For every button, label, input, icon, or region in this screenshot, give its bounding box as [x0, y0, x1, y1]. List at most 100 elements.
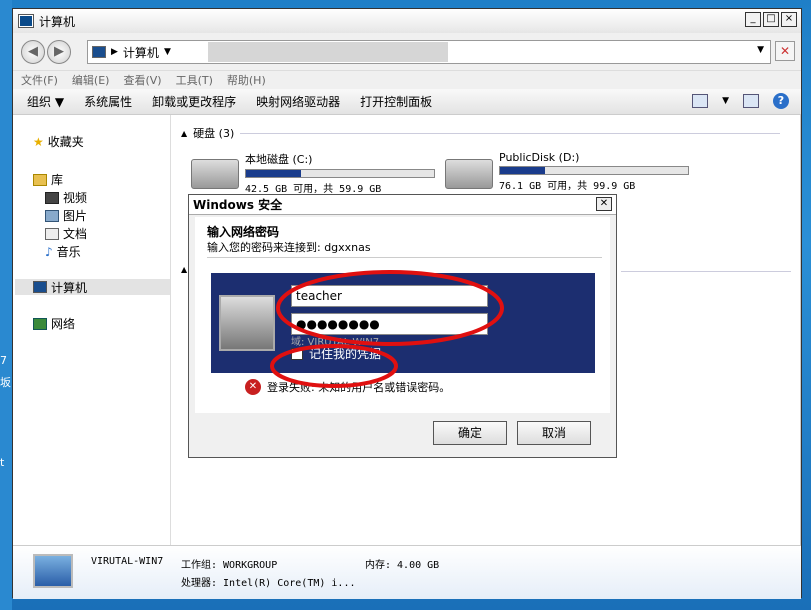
remember-label: 记住我的凭据: [309, 347, 382, 361]
uninstall-program-button[interactable]: 卸载或更改程序: [152, 93, 236, 110]
minimize-button[interactable]: _: [745, 12, 761, 27]
computer-icon: [33, 281, 47, 293]
drive-icon: [445, 159, 493, 189]
menu-tools[interactable]: 工具(T): [176, 72, 213, 88]
drive-name: PublicDisk (D:): [499, 151, 580, 164]
organize-label: 组织: [27, 95, 52, 109]
breadcrumb-dropdown-icon[interactable]: ▼: [164, 47, 171, 57]
nav-favorites[interactable]: ★ 收藏夹: [33, 133, 84, 150]
nav-computer[interactable]: 计算机: [15, 279, 170, 295]
map-network-drive-button[interactable]: 映射网络驱动器: [256, 93, 340, 110]
title-bar[interactable]: 计算机 _ □ ×: [13, 9, 801, 33]
view-options-icon[interactable]: [692, 94, 709, 108]
hard-disks-group[interactable]: ▲ 硬盘 (3): [181, 125, 781, 141]
system-properties-button[interactable]: 系统属性: [84, 93, 132, 110]
desktop-text-fragment: t: [0, 456, 5, 469]
network-icon: [33, 317, 47, 330]
address-dropdown-icon[interactable]: ▼: [757, 45, 764, 55]
dialog-divider: [207, 257, 602, 258]
drive-usage-bar: [245, 169, 435, 178]
checkbox-icon[interactable]: ✓: [291, 347, 303, 360]
star-icon: ★: [33, 134, 44, 149]
menu-view[interactable]: 查看(V): [123, 72, 161, 88]
menu-edit[interactable]: 编辑(E): [72, 72, 110, 88]
menu-help[interactable]: 帮助(H): [227, 72, 266, 88]
nav-libraries[interactable]: 库: [33, 171, 63, 188]
help-icon[interactable]: ?: [773, 93, 789, 109]
drive-d[interactable]: PublicDisk (D:) 76.1 GB 可用，共 99.9 GB: [445, 151, 689, 192]
windows-security-dialog: Windows 安全 ✕ 输入网络密码 输入您的密码来连接到: dgxxnas …: [188, 194, 617, 458]
nav-documents[interactable]: 文档: [45, 225, 87, 242]
nav-computer-label: 计算机: [51, 280, 88, 295]
navigation-pane: ★ 收藏夹 库 视频 图片 文档 ♪ 音乐 计算机 网络: [13, 115, 171, 545]
desktop-left-strip: 7 坂 t: [0, 0, 12, 610]
ok-button[interactable]: 确定: [433, 421, 507, 445]
nav-libraries-label: 库: [51, 173, 64, 187]
user-tile-icon: [219, 295, 275, 351]
desktop-text-fragment: 7: [0, 354, 7, 367]
windows-drive-icon: [191, 159, 239, 189]
password-field[interactable]: ●●●●●●●●: [291, 313, 488, 335]
drive-space: 76.1 GB 可用，共 99.9 GB: [499, 181, 636, 192]
username-field[interactable]: teacher: [291, 285, 488, 307]
menu-bar: 文件(F) 编辑(E) 查看(V) 工具(T) 帮助(H): [13, 71, 801, 89]
address-highlight: [208, 42, 448, 62]
preview-pane-icon[interactable]: [743, 94, 759, 108]
drive-usage-fill: [500, 167, 546, 174]
dialog-heading: 输入网络密码: [207, 225, 280, 239]
breadcrumb-computer[interactable]: 计算机: [123, 44, 159, 61]
error-icon: ✕: [245, 379, 261, 395]
breadcrumb-arrow-icon[interactable]: ▶: [111, 47, 118, 57]
nav-videos[interactable]: 视频: [45, 189, 87, 206]
group-divider: [240, 132, 781, 134]
close-button[interactable]: ×: [781, 12, 797, 27]
dialog-close-button[interactable]: ✕: [596, 197, 612, 211]
group-label: 硬盘 (3): [193, 127, 235, 140]
dialog-subtitle: 输入您的密码来连接到: dgxxnas: [207, 241, 371, 254]
desktop-text-fragment: 坂: [0, 376, 11, 389]
nav-network-label: 网络: [51, 317, 76, 331]
maximize-button[interactable]: □: [763, 12, 779, 27]
nav-music-label: 音乐: [56, 245, 81, 259]
collapse-icon[interactable]: ▲: [181, 129, 187, 138]
nav-documents-label: 文档: [63, 227, 88, 241]
dialog-title-bar[interactable]: Windows 安全: [189, 195, 616, 215]
menu-file[interactable]: 文件(F): [21, 72, 58, 88]
group-divider: [621, 271, 791, 272]
workgroup: 工作组: WORKGROUP: [181, 560, 278, 571]
error-text: 登录失败: 未知的用户名或错误密码。: [267, 381, 451, 394]
error-message: ✕ 登录失败: 未知的用户名或错误密码。: [245, 379, 450, 395]
memory: 内存: 4.00 GB: [365, 560, 440, 571]
drive-name: 本地磁盘 (C:): [245, 153, 313, 166]
music-icon: ♪: [45, 244, 53, 259]
nav-pictures[interactable]: 图片: [45, 207, 87, 224]
drive-c[interactable]: 本地磁盘 (C:) 42.5 GB 可用，共 59.9 GB: [191, 151, 435, 195]
remember-credentials-checkbox[interactable]: ✓ 记住我的凭据: [291, 345, 381, 362]
drive-usage-bar: [499, 166, 689, 175]
view-dropdown-icon[interactable]: ▼: [722, 96, 729, 106]
command-bar: 组织 ▼ 系统属性 卸载或更改程序 映射网络驱动器 打开控制面板 ▼ ?: [13, 89, 801, 115]
window-title: 计算机: [39, 14, 76, 29]
nav-music[interactable]: ♪ 音乐: [45, 243, 81, 260]
back-button[interactable]: ◀: [21, 40, 45, 64]
refresh-button[interactable]: ✕: [775, 41, 795, 61]
nav-pictures-label: 图片: [63, 209, 88, 223]
nav-videos-label: 视频: [63, 191, 88, 205]
video-icon: [45, 191, 59, 204]
address-field[interactable]: ▶ 计算机 ▼ ▼: [87, 40, 771, 64]
drive-usage-fill: [246, 170, 301, 177]
collapse-icon[interactable]: ▲: [181, 265, 187, 274]
address-bar-area: ◀ ▶ ▶ 计算机 ▼ ▼ ✕: [13, 33, 801, 71]
dialog-title: Windows 安全: [193, 198, 283, 212]
open-control-panel-button[interactable]: 打开控制面板: [360, 93, 432, 110]
library-icon: [33, 173, 47, 186]
cancel-button[interactable]: 取消: [517, 421, 591, 445]
forward-button[interactable]: ▶: [47, 40, 71, 64]
nav-network[interactable]: 网络: [33, 315, 75, 332]
computer-name: VIRUTAL-WIN7: [91, 556, 164, 567]
computer-icon: [92, 46, 106, 58]
document-icon: [45, 227, 59, 240]
nav-favorites-label: 收藏夹: [47, 135, 84, 149]
organize-button[interactable]: 组织 ▼: [27, 93, 64, 110]
credential-tile: teacher ●●●●●●●● 域: VIRUTAL-WIN7 ✓ 记住我的凭…: [211, 273, 595, 373]
